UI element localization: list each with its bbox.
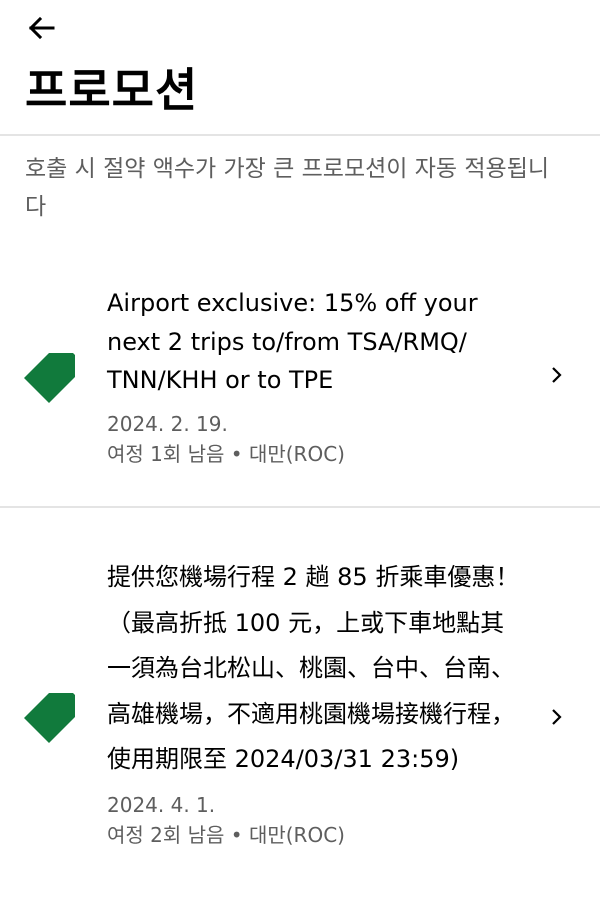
promo-details: 여정 2회 남음 • 대만(ROC) bbox=[107, 823, 345, 847]
header-divider bbox=[0, 134, 600, 136]
promo-details: 여정 1회 남음 • 대만(ROC) bbox=[107, 442, 345, 466]
chevron-right-icon bbox=[552, 367, 562, 383]
tag-icon bbox=[24, 693, 75, 743]
page-title: 프로모션 bbox=[25, 63, 199, 117]
chevron-right-icon bbox=[552, 709, 562, 725]
promo-divider bbox=[0, 506, 600, 508]
promo-info-text: 호출 시 절약 액수가 가장 큰 프로모션이 자동 적용됩니다 bbox=[25, 156, 550, 220]
top-bar bbox=[0, 0, 600, 56]
promo-date: 2024. 4. 1. bbox=[107, 792, 216, 817]
back-button[interactable] bbox=[20, 10, 64, 50]
tag-icon bbox=[24, 353, 75, 403]
promo-title: 提供您機場行程 2 趟 85 折乘車優惠！（最高折抵 100 元，上或下車地點其… bbox=[107, 563, 520, 773]
promo-item-airport-exclusive[interactable]: Airport exclusive: 15% off your next 2 t… bbox=[0, 270, 600, 504]
arrow-left-icon bbox=[28, 16, 55, 40]
promo-date: 2024. 2. 19. bbox=[107, 411, 228, 436]
promo-title: Airport exclusive: 15% off your next 2 t… bbox=[107, 289, 478, 394]
promo-item-airport-discount[interactable]: 提供您機場行程 2 趟 85 折乘車優惠！（最高折抵 100 元，上或下車地點其… bbox=[0, 540, 600, 922]
